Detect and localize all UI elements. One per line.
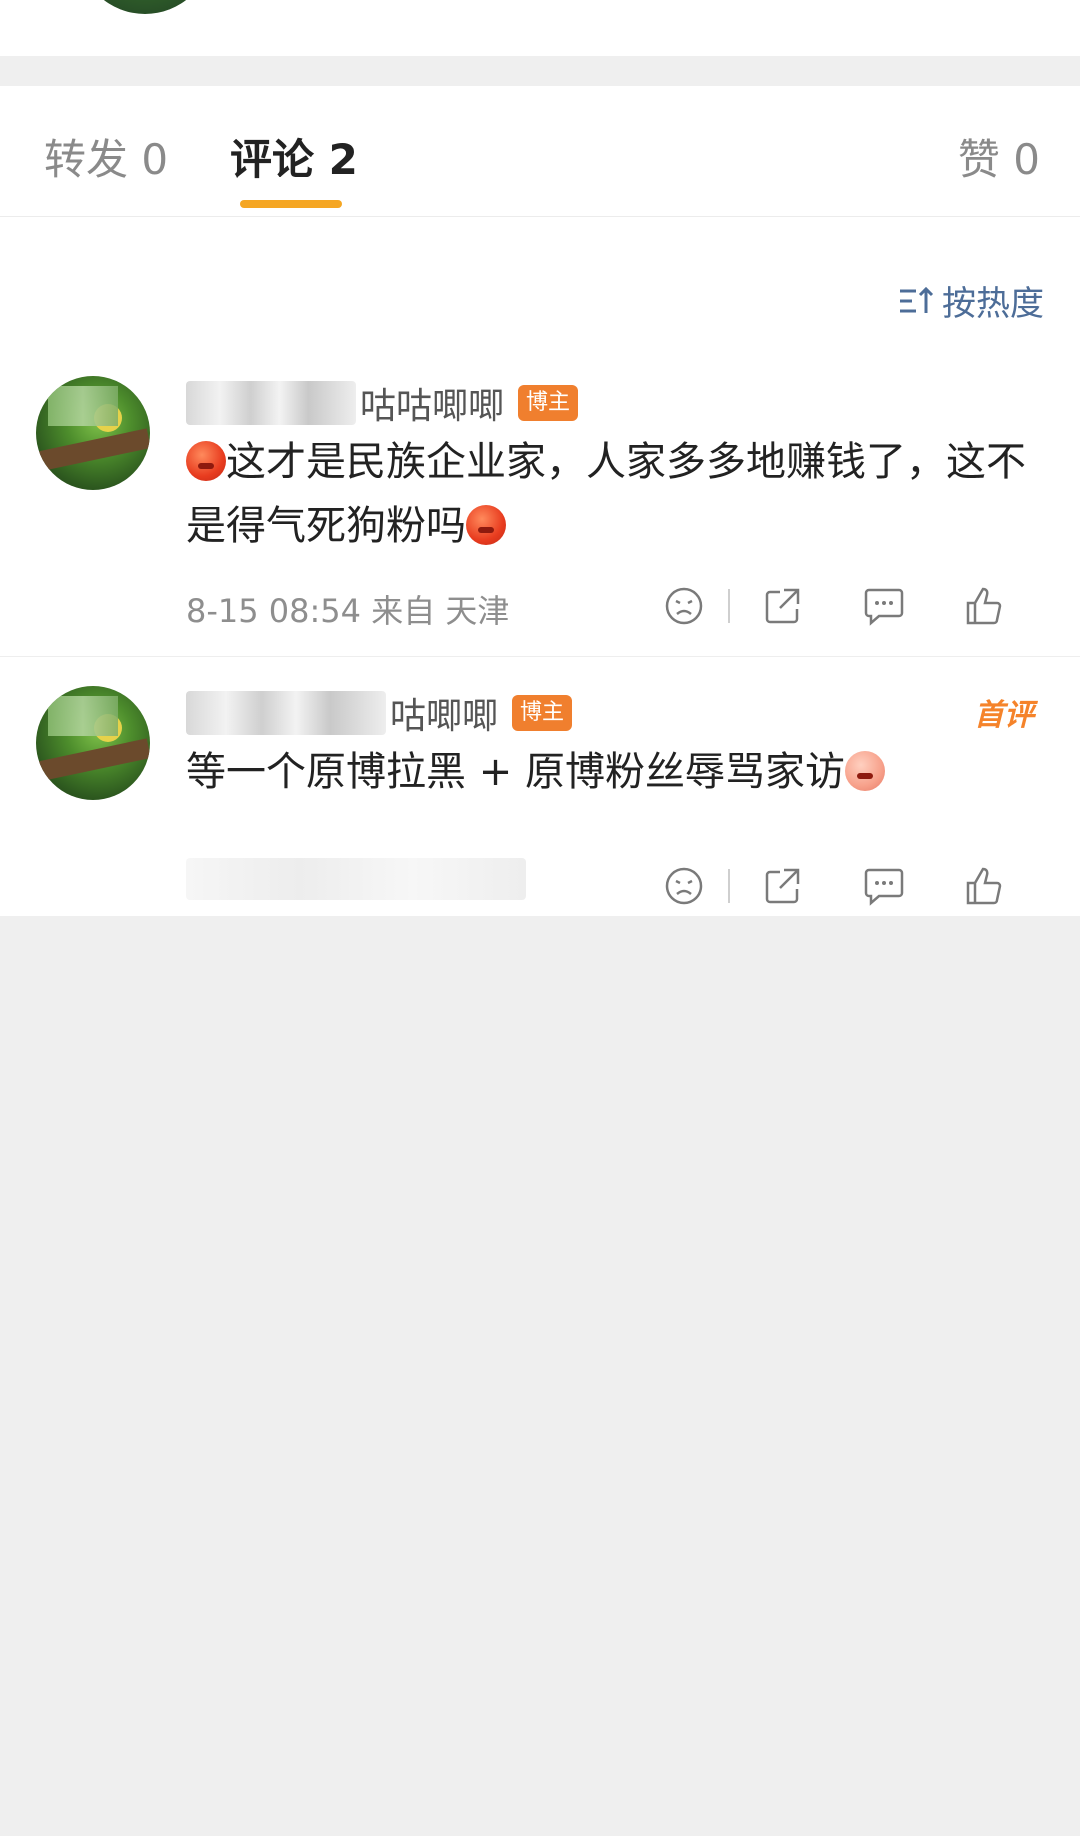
like-button[interactable] [954,856,1014,916]
first-comment-badge: 首评 [974,698,1034,733]
share-icon [765,588,800,624]
comment-actions [654,856,1014,916]
tab-comment[interactable]: 评论 2 [230,126,358,187]
angry-emoji-icon [186,441,226,481]
sad-face-icon [665,867,703,905]
sort-label: 按热度 [942,284,1044,324]
reply-button[interactable] [854,856,914,916]
avatar[interactable] [36,376,150,490]
author-badge: 博主 [512,695,573,731]
thumbs-up-icon [966,587,1002,625]
dislike-button[interactable] [654,576,714,636]
thumbs-up-icon [966,867,1002,905]
username-row[interactable]: 咕唧唧 博主 [186,686,573,740]
sort-button[interactable]: 按热度 [898,276,1044,325]
sort-icon [900,286,934,313]
angry-emoji-icon [466,505,506,545]
name-blurred [186,381,356,425]
divider [728,589,730,623]
share-button[interactable] [752,576,812,636]
post-avatar-edge [80,0,210,14]
comment-icon [864,868,904,906]
name-blurred [186,691,386,735]
comment-text: 这才是民族企业家，人家多多地赚钱了，这不是得气死狗粉吗 [186,439,1026,549]
tab-underline [240,200,342,208]
tab-repost[interactable]: 转发 0 [44,126,168,187]
author-badge: 博主 [518,385,579,421]
comment-item: 咕咕唧唧 博主 这才是民族企业家，人家多多地赚钱了，这不是得气死狗粉吗 8-15… [0,376,1080,657]
like-button[interactable] [954,576,1014,636]
sad-face-icon [665,587,703,625]
comment-actions [654,576,1014,636]
comment-meta: 8-15 08:54 来自 天津 [186,592,510,630]
reply-button[interactable] [854,576,914,636]
username-row[interactable]: 咕咕唧唧 博主 [186,376,579,430]
dislike-button[interactable] [654,856,714,916]
comments-panel: 转发 0 评论 2 赞 0 按热度 咕咕唧唧 博主 这才是民族企业家，人家多多地… [0,86,1080,916]
avatar[interactable] [36,686,150,800]
comment-icon [864,588,904,626]
username: 咕咕唧唧 [360,386,505,427]
tab-like[interactable]: 赞 0 [958,126,1040,187]
share-button[interactable] [752,856,812,916]
laugh-emoji-icon [844,751,885,791]
meta-blurred [186,858,526,900]
comment-text: 等一个原博拉黑 + 原博粉丝辱骂家访 [186,740,1046,804]
divider [728,869,730,903]
tab-bar: 转发 0 评论 2 赞 0 [0,86,1080,217]
username: 咕唧唧 [390,696,499,737]
comment-item: 咕唧唧 博主 首评 等一个原博拉黑 + 原博粉丝辱骂家访 [0,686,1080,916]
share-icon [765,868,800,904]
post-card-bottom [0,0,1080,56]
